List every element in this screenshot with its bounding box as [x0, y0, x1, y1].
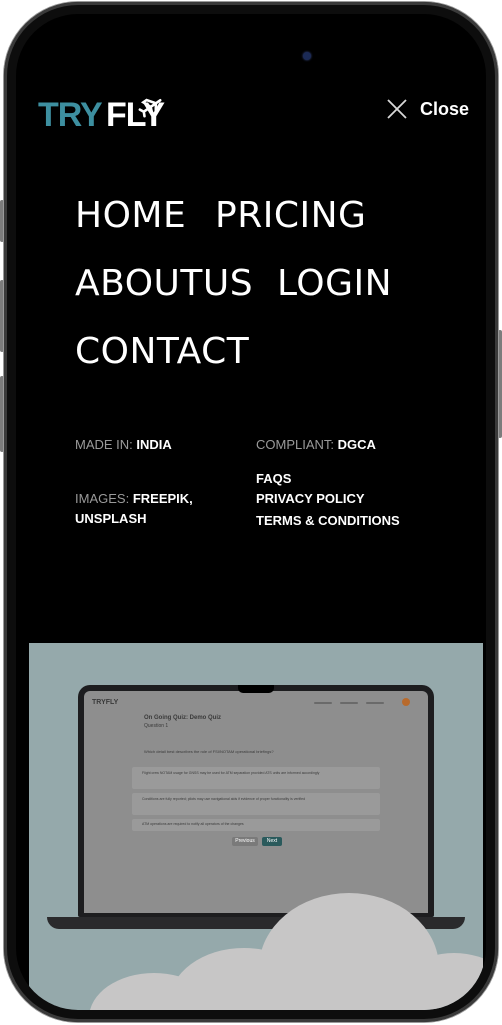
front-camera — [303, 52, 311, 60]
preview-option: Conditions are fully reported; pilots ma… — [132, 793, 380, 815]
nav-link-aboutus[interactable]: ABOUTUS — [75, 263, 253, 304]
nav-link-login[interactable]: LOGIN — [277, 263, 392, 304]
terms-conditions-link[interactable]: TERMS & CONDITIONS — [256, 513, 400, 528]
preview-previous-button: Previous — [232, 837, 258, 846]
preview-option: Flight crew NOTAM usage for GNSS may be … — [132, 767, 380, 789]
preview-subtitle: Question 1 — [144, 723, 169, 729]
laptop-preview-image: TRYFLY On Going Quiz: Demo Quiz Question… — [29, 643, 483, 1010]
laptop-screen-content: TRYFLY On Going Quiz: Demo Quiz Question… — [84, 691, 428, 913]
preview-option: ATM operations are required to notify al… — [132, 819, 380, 831]
made-in-label: MADE IN: — [75, 437, 133, 452]
preview-nav-item — [366, 702, 384, 704]
close-label: Close — [420, 98, 470, 119]
logo-text-try: TRY — [38, 96, 103, 132]
preview-option-text: Conditions are fully reported; pilots ma… — [142, 797, 306, 801]
preview-logo: TRYFLY — [92, 699, 119, 706]
nav-link-contact[interactable]: CONTACT — [75, 331, 249, 372]
tryfly-logo[interactable]: TRY FLY — [38, 92, 168, 134]
laptop-notch — [238, 685, 274, 693]
images-credit-unsplash[interactable]: UNSPLASH — [75, 509, 193, 529]
preview-title: On Going Quiz: Demo Quiz — [144, 715, 221, 721]
made-in-value: INDIA — [136, 437, 172, 452]
close-menu-button[interactable]: Close — [386, 94, 469, 124]
preview-avatar — [402, 698, 410, 706]
compliant-value: DGCA — [337, 437, 376, 452]
compliant-info: COMPLIANT: DGCA — [256, 435, 376, 455]
nav-link-home[interactable]: HOME — [75, 195, 186, 236]
phone-screen: TRY FLY Close HOME PRICING ABOUTUS LOGIN… — [16, 14, 486, 1010]
preview-nav-item — [314, 702, 332, 704]
compliant-label: COMPLIANT: — [256, 437, 335, 452]
preview-next-button: Next — [262, 837, 282, 846]
nav-link-pricing[interactable]: PRICING — [215, 195, 366, 236]
preview-nav-item — [340, 702, 358, 704]
preview-option-text: ATM operations are required to notify al… — [142, 822, 244, 826]
close-icon — [387, 99, 407, 119]
images-label: IMAGES: — [75, 491, 130, 506]
faqs-link[interactable]: FAQS — [256, 471, 291, 486]
made-in-info: MADE IN: INDIA — [75, 435, 172, 455]
phone-frame: TRY FLY Close HOME PRICING ABOUTUS LOGIN… — [4, 2, 498, 1022]
images-credit-freepik[interactable]: FREEPIK, — [133, 491, 193, 506]
privacy-policy-link[interactable]: PRIVACY POLICY — [256, 491, 365, 506]
preview-option-text: Flight crew NOTAM usage for GNSS may be … — [142, 771, 320, 775]
laptop-mockup: TRYFLY On Going Quiz: Demo Quiz Question… — [78, 685, 434, 917]
preview-question: Which detail best describes the role of … — [144, 749, 274, 754]
phone-button-power — [498, 330, 502, 438]
images-credit-info: IMAGES: FREEPIK, UNSPLASH — [75, 489, 193, 529]
